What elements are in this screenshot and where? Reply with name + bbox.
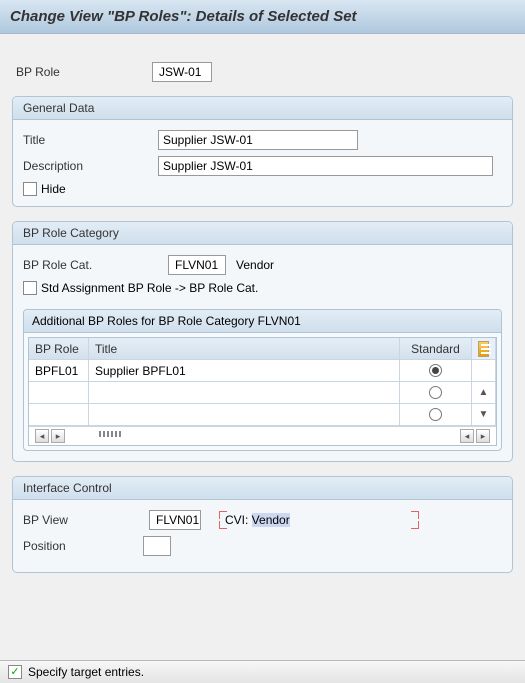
grid-header-row: BP Role Title Standard [29,338,496,360]
bp-role-cat-value: FLVN01 [168,255,226,275]
cvi-value: Vendor [252,513,290,527]
scroll-left-end-button[interactable]: ◂ [460,429,474,443]
grid-config-icon [478,341,489,357]
standard-radio[interactable] [429,408,442,421]
bp-role-cat-text: Vendor [236,258,274,272]
scroll-right-button[interactable]: ▸ [51,429,65,443]
table-row[interactable]: ▼ [29,404,496,426]
std-assignment-label: Std Assignment BP Role -> BP Role Cat. [41,281,258,295]
cell-title[interactable] [89,382,400,404]
col-header-title[interactable]: Title [89,338,400,360]
title-input[interactable] [158,130,358,150]
row-down-button[interactable]: ▼ [472,404,496,426]
cvi-display: CVI: Vendor [219,511,419,529]
cell-standard[interactable] [400,382,472,404]
scroll-right-end-button[interactable]: ▸ [476,429,490,443]
row-spacer [472,360,496,382]
general-data-header: General Data [13,97,512,120]
bp-role-cat-label: BP Role Cat. [23,258,158,272]
status-bar: Specify target entries. [0,660,525,683]
standard-radio[interactable] [429,364,442,377]
cell-role[interactable] [29,404,89,426]
bp-view-value: FLVN01 [149,510,201,530]
hide-checkbox[interactable] [23,182,37,196]
bp-role-category-panel: BP Role Category BP Role Cat. FLVN01 Ven… [12,221,513,462]
row-up-button[interactable]: ▲ [472,382,496,404]
position-label: Position [23,539,143,553]
bp-role-value: JSW-01 [152,62,212,82]
additional-roles-panel: Additional BP Roles for BP Role Category… [23,309,502,451]
bp-view-label: BP View [23,513,143,527]
col-header-role[interactable]: BP Role [29,338,89,360]
standard-radio[interactable] [429,386,442,399]
drag-handle-icon[interactable] [99,431,123,437]
grid-config-button[interactable] [472,338,496,360]
table-row[interactable]: ▲ [29,382,496,404]
additional-roles-grid: BP Role Title Standard BPFL01 Supplier B… [28,337,497,446]
position-input[interactable] [143,536,171,556]
status-ok-icon [8,665,22,679]
bp-role-category-header: BP Role Category [13,222,512,245]
interface-control-panel: Interface Control BP View FLVN01 CVI: Ve… [12,476,513,573]
general-data-panel: General Data Title Description Hide [12,96,513,207]
additional-roles-header: Additional BP Roles for BP Role Category… [24,310,501,333]
grid-hscroll: ◂ ▸ ◂ ▸ [29,426,496,445]
scroll-left-button[interactable]: ◂ [35,429,49,443]
title-label: Title [23,133,158,147]
status-text: Specify target entries. [28,665,144,679]
std-assignment-checkbox[interactable] [23,281,37,295]
cvi-prefix: CVI: [225,513,252,527]
description-input[interactable] [158,156,493,176]
cell-role[interactable]: BPFL01 [29,360,89,382]
col-header-standard[interactable]: Standard [400,338,472,360]
cell-standard[interactable] [400,360,472,382]
cell-standard[interactable] [400,404,472,426]
cell-role[interactable] [29,382,89,404]
hide-label: Hide [41,182,66,196]
table-row[interactable]: BPFL01 Supplier BPFL01 [29,360,496,382]
cell-title[interactable] [89,404,400,426]
cell-title[interactable]: Supplier BPFL01 [89,360,400,382]
description-label: Description [23,159,158,173]
bp-role-row: BP Role JSW-01 [16,62,513,82]
bp-role-label: BP Role [16,65,144,79]
page-title: Change View "BP Roles": Details of Selec… [0,0,525,34]
interface-control-header: Interface Control [13,477,512,500]
